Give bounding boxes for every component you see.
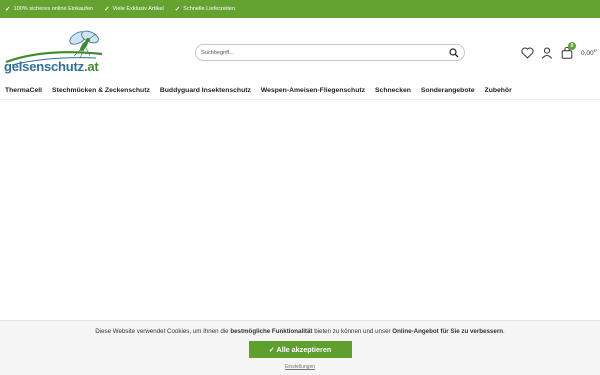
usp-label: Viele Exklusiv Artikel	[112, 6, 164, 12]
cart-button[interactable]: 0	[559, 42, 576, 61]
usp-item: ✓ 100% sicheres online Einkaufen	[5, 5, 93, 13]
usp-label: Schnelle Lieferzeiten	[183, 6, 236, 12]
nav-item-buddyguard[interactable]: Buddyguard Insektenschutz	[160, 87, 251, 94]
main-navigation: ThermaCell Stechmücken & Zeckenschutz Bu…	[0, 82, 600, 100]
wishlist-button[interactable]	[519, 45, 535, 61]
cart-count-badge: 0	[568, 42, 576, 50]
cookie-message: Diese Website verwendet Cookies, um Ihne…	[95, 328, 505, 335]
site-header: gelsenschutz.at 0	[0, 18, 600, 82]
usp-item: ✓ Schnelle Lieferzeiten	[175, 5, 235, 13]
logo-text: gelsenschutz.at	[4, 59, 99, 74]
nav-item-thermacell[interactable]: ThermaCell	[5, 87, 42, 94]
user-icon	[541, 47, 553, 59]
nav-item-stechmuecken-zeckenschutz[interactable]: Stechmücken & Zeckenschutz	[52, 87, 150, 94]
cart-total[interactable]: 0,00€*	[581, 48, 597, 57]
search-icon	[449, 48, 459, 58]
check-icon: ✓	[104, 6, 110, 13]
check-icon: ✓	[174, 6, 181, 13]
check-icon: ✓	[5, 6, 11, 13]
top-usp-bar: ✓ 100% sicheres online Einkaufen ✓ Viele…	[0, 0, 600, 18]
site-logo[interactable]: gelsenschutz.at	[4, 26, 114, 76]
cookie-banner: Diese Website verwendet Cookies, um Ihne…	[0, 320, 600, 375]
search-box	[195, 44, 465, 61]
search-button[interactable]	[448, 47, 460, 59]
cookie-settings-link[interactable]: Einstellungen	[0, 364, 600, 370]
nav-item-wespen-ameisen-fliegenschutz[interactable]: Wespen-Ameisen-Fliegenschutz	[261, 87, 365, 94]
account-button[interactable]	[539, 45, 555, 61]
accept-all-cookies-button[interactable]: ✓ Alle akzeptieren	[248, 341, 352, 358]
usp-label: 100% sicheres online Einkaufen	[13, 6, 94, 12]
nav-item-sonderangebote[interactable]: Sonderangebote	[421, 87, 475, 94]
nav-item-schnecken[interactable]: Schnecken	[375, 87, 411, 94]
nav-item-zubehoer[interactable]: Zubehör	[485, 87, 512, 94]
usp-item: ✓ Viele Exklusiv Artikel	[104, 5, 164, 13]
header-actions: 0 0,00€*	[519, 42, 597, 61]
search-input[interactable]	[201, 49, 441, 56]
heart-icon	[520, 47, 534, 59]
